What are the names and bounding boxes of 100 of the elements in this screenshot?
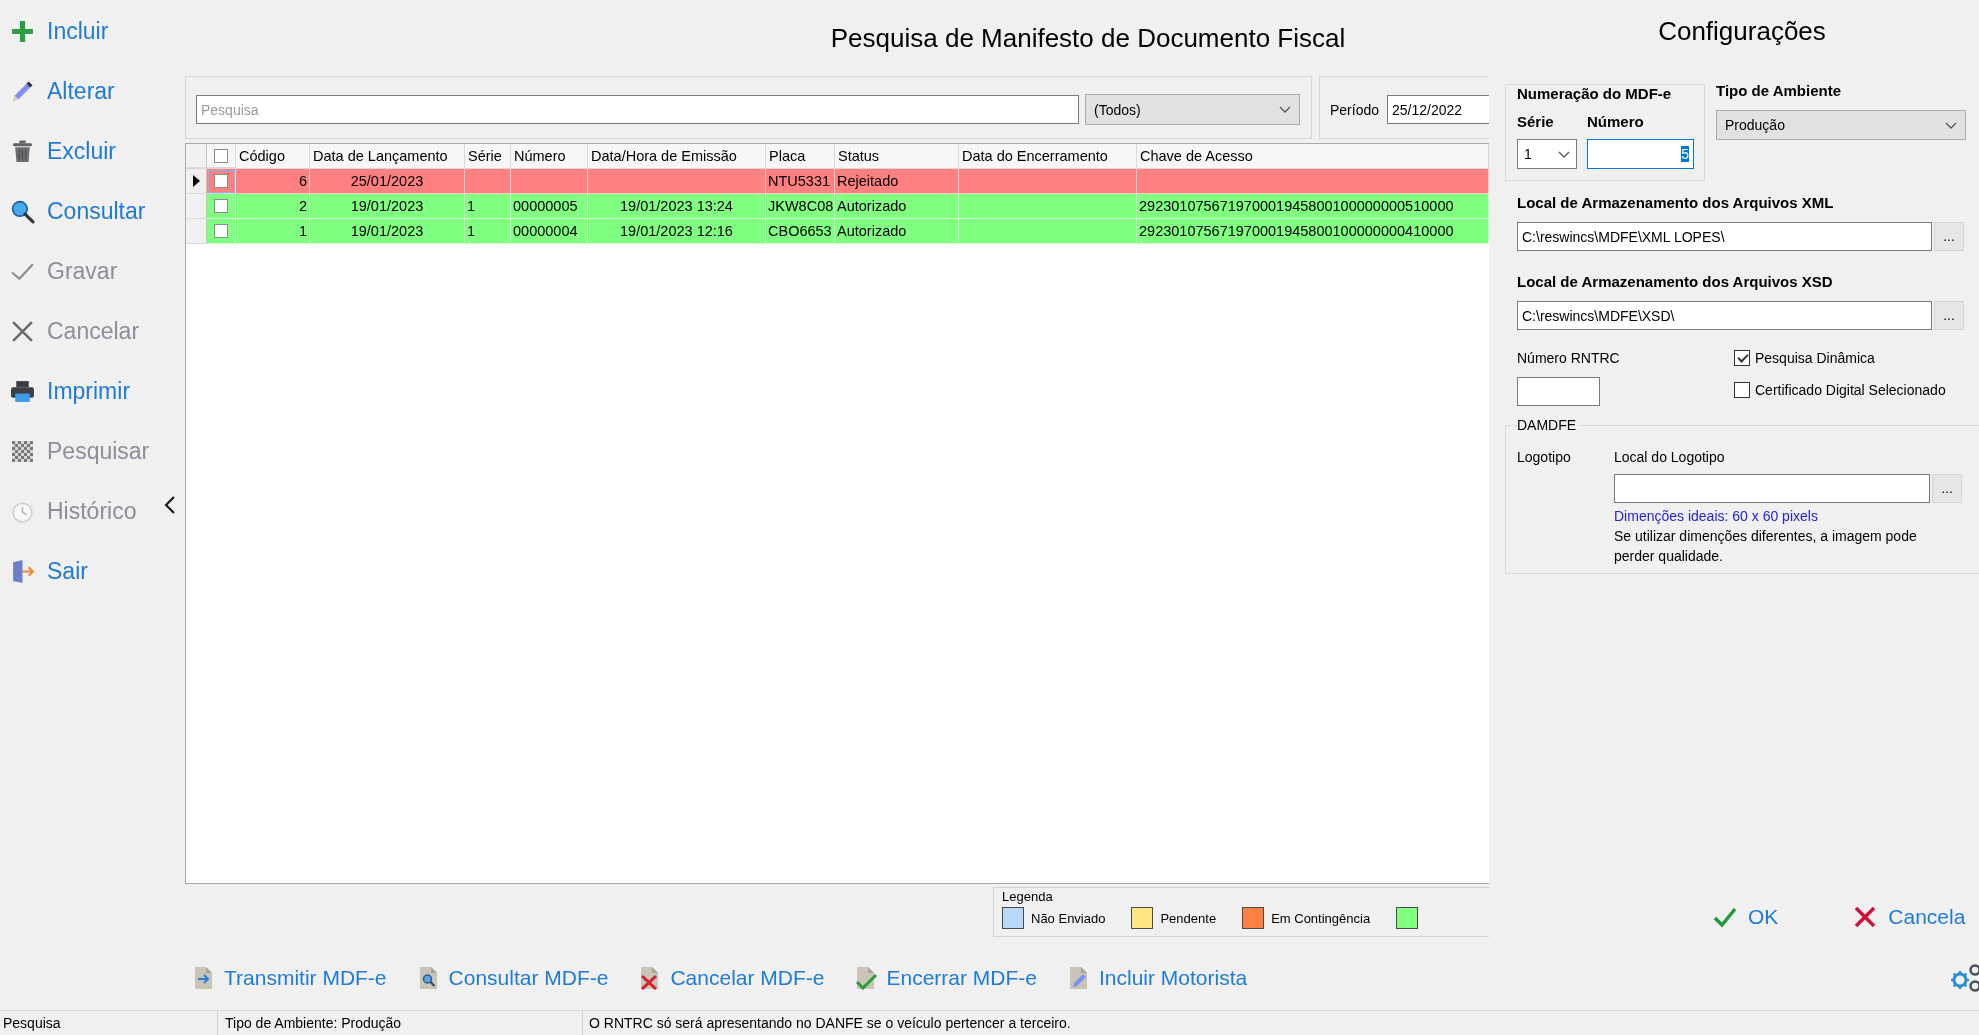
field-label: Local de Armazenamento dos Arquivos XSD — [1517, 273, 1833, 291]
page-title: Pesquisa de Manifesto de Documento Fiscal — [830, 22, 1346, 54]
ok-button[interactable]: OK — [1713, 905, 1779, 929]
checkbox[interactable] — [1734, 382, 1750, 398]
status-text: Pesquisa — [0, 1011, 218, 1035]
column-header[interactable]: Data do Encerramento — [959, 144, 1137, 168]
table-cell: 292301075671970001945800100000000510000 — [1139, 198, 1454, 214]
sidebar-item[interactable]: Imprimir — [0, 361, 164, 421]
action-link[interactable]: Encerrar MDF-e — [854, 966, 1037, 990]
search-field[interactable]: Pesquisa — [196, 95, 1079, 124]
field-label: Logotipo — [1517, 448, 1571, 466]
table-cell: 292301075671970001945800100000000410000 — [1139, 223, 1454, 239]
number-field[interactable]: 5 — [1587, 139, 1694, 169]
table-cell: 00000004 — [513, 223, 578, 239]
table-cell: NTU5331 — [768, 173, 831, 189]
browse-button[interactable]: ... — [1934, 222, 1964, 251]
status-filter-dropdown[interactable]: (Todos) — [1085, 94, 1300, 125]
table-cell: 6 — [298, 173, 307, 189]
cancel-button[interactable]: Cancela — [1853, 905, 1966, 929]
plus-icon — [10, 18, 35, 44]
x-icon — [1853, 905, 1878, 929]
column-header[interactable]: Status — [835, 144, 959, 168]
table-cell: 25/01/2023 — [350, 173, 424, 189]
table-row[interactable]: 6 25/01/2023 NTU5331 Rejeitado — [186, 169, 1489, 194]
series-dropdown[interactable]: 1 — [1517, 139, 1577, 169]
check-icon — [1713, 905, 1737, 929]
table-cell: 1 — [298, 223, 307, 239]
table-cell: Autorizado — [837, 223, 907, 239]
sidebar-item[interactable]: Consultar — [0, 181, 164, 241]
table-cell: 00000005 — [513, 198, 578, 214]
printer-icon — [10, 378, 35, 404]
table-cell: Rejeitado — [837, 173, 899, 189]
column-header[interactable]: Chave de Acesso — [1137, 144, 1489, 168]
column-header[interactable]: Código — [236, 144, 310, 168]
status-text: O RNTRC só será apresentando no DANFE se o veículo pertencer a terceiro. — [588, 1014, 1072, 1033]
field-label: Tipo de Ambiente — [1716, 82, 1841, 100]
field-label: Série — [1517, 113, 1554, 131]
exit-door-icon — [10, 558, 35, 584]
legend-label: Não Enviado — [1031, 910, 1106, 926]
legend-label: Em Contingência — [1271, 910, 1371, 926]
table-row[interactable]: 1 19/01/2023 1 00000004 19/01/2023 12:16 CBO6653 Autorizado 292301075671970001945800100000000410000 — [186, 219, 1489, 244]
checkbox-label: Pesquisa Dinâmica — [1755, 350, 1875, 366]
legend-label: Pendente — [1160, 910, 1217, 926]
table-cell: JKW8C08 — [768, 198, 834, 214]
checkbox-label: Certificado Digital Selecionado — [1755, 382, 1946, 398]
path-field[interactable]: C:\reswincs\MDFE\XML LOPES\ — [1517, 222, 1932, 251]
search-icon — [10, 198, 35, 224]
table-cell: 19/01/2023 — [350, 223, 424, 239]
column-header[interactable]: Data de Lançamento — [310, 144, 465, 168]
table-cell: 19/01/2023 — [350, 198, 424, 214]
field-label: Local do Logotipo — [1614, 448, 1725, 466]
browse-button[interactable]: ... — [1934, 301, 1964, 330]
select-all-checkbox[interactable] — [214, 148, 228, 163]
gears-icon[interactable] — [1950, 963, 1979, 993]
panel-title: Configurações — [1658, 15, 1826, 47]
sidebar-item[interactable]: Excluir — [0, 121, 164, 181]
field-label: Número — [1587, 113, 1644, 131]
chevron-left-icon[interactable] — [164, 495, 176, 515]
sidebar-item[interactable]: Alterar — [0, 61, 164, 121]
row-checkbox[interactable] — [214, 199, 228, 213]
path-field[interactable]: C:\reswincs\MDFE\XSD\ — [1517, 301, 1932, 330]
period-label: Período — [1330, 101, 1380, 118]
table-cell: 19/01/2023 13:24 — [620, 198, 733, 214]
action-link[interactable]: Cancelar MDF-e — [638, 966, 825, 990]
table-cell: 1 — [467, 223, 476, 239]
chevron-down-icon — [1558, 150, 1570, 158]
column-header[interactable]: Número — [511, 144, 588, 168]
column-header[interactable]: Placa — [766, 144, 835, 168]
row-header[interactable] — [186, 169, 207, 194]
chevron-down-icon — [1945, 121, 1957, 129]
note-text: Se utilizar dimenções diferentes, a imagem pode perder qualidade. — [1614, 527, 1918, 566]
logo-path-field[interactable] — [1614, 474, 1930, 503]
row-checkbox[interactable] — [214, 174, 228, 188]
hint-text: Dimenções ideais: 60 x 60 pixels — [1614, 507, 1818, 526]
table-cell: 2 — [298, 198, 307, 214]
column-header[interactable]: Série — [465, 144, 511, 168]
checkbox[interactable] — [1734, 350, 1750, 366]
row-checkbox[interactable] — [214, 224, 228, 238]
status-text: Tipo de Ambiente: Produção — [218, 1011, 583, 1035]
field-label: Número RNTRC — [1517, 349, 1620, 367]
date-field[interactable]: 25/12/2022 — [1387, 95, 1489, 124]
sidebar-item[interactable]: Sair — [0, 541, 164, 601]
table-row[interactable]: 2 19/01/2023 1 00000005 19/01/2023 13:24 JKW8C08 Autorizado 292301075671970001945800100000000510000 — [186, 194, 1489, 219]
table-cell: 19/01/2023 12:16 — [620, 223, 733, 239]
table-cell: 1 — [467, 198, 476, 214]
environment-dropdown[interactable]: Produção — [1716, 110, 1966, 140]
rntrc-field[interactable] — [1517, 377, 1600, 406]
column-header[interactable]: Data/Hora de Emissão — [588, 144, 766, 168]
sidebar-item[interactable]: Incluir — [0, 1, 164, 61]
action-link[interactable]: Consultar MDF-e — [416, 966, 609, 990]
row-pointer-icon — [192, 175, 200, 187]
checkered-square-icon — [10, 438, 35, 464]
table-cell: CBO6653 — [768, 223, 832, 239]
table-cell: Autorizado — [837, 198, 907, 214]
action-link[interactable]: Incluir Motorista — [1067, 966, 1248, 990]
trash-icon — [10, 138, 35, 164]
chevron-down-icon — [1279, 106, 1291, 113]
group-title: Numeração do MDF-e — [1517, 85, 1672, 103]
browse-button[interactable]: ... — [1932, 474, 1962, 503]
action-link[interactable]: Transmitir MDF-e — [192, 966, 387, 990]
